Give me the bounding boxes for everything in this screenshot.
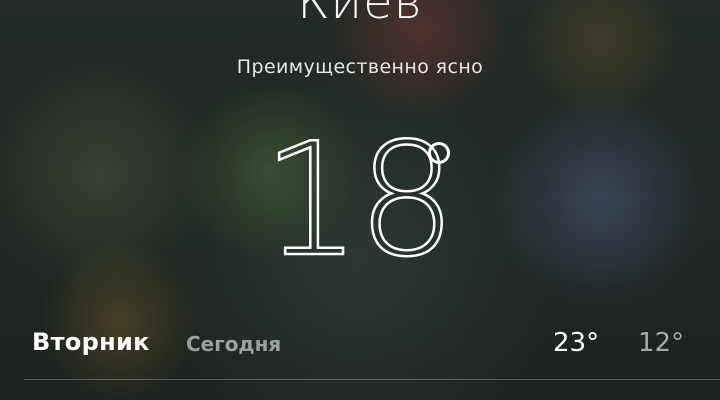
row-divider (24, 379, 720, 380)
weather-screen: Киев Преимущественно ясно 18 Вторник Сег… (0, 0, 720, 400)
forecast-today-label: Сегодня (186, 332, 282, 356)
current-temperature: 18 (0, 121, 720, 280)
weather-condition: Преимущественно ясно (236, 56, 484, 78)
temperature-value: 18 (261, 109, 458, 291)
forecast-high-temp: 23° (553, 328, 600, 358)
forecast-day-name: Вторник (32, 328, 150, 356)
city-name: Киев (297, 0, 423, 30)
forecast-day-row[interactable]: Вторник Сегодня 23° 12° (0, 322, 720, 372)
forecast-low-temp: 12° (638, 328, 685, 358)
degree-symbol-icon (428, 142, 450, 164)
